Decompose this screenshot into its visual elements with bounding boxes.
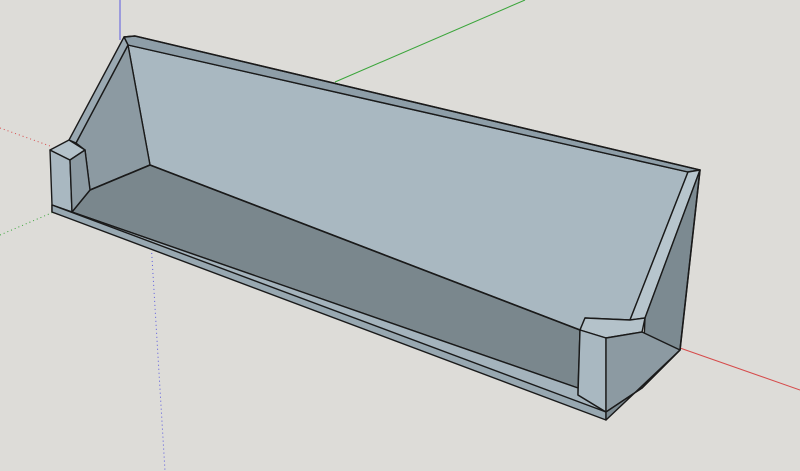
right-end-block-side[interactable] xyxy=(605,331,681,413)
green-axis-line xyxy=(334,0,526,83)
red-axis-dotted-line xyxy=(0,127,51,147)
scene-canvas[interactable] xyxy=(0,0,800,471)
blue-axis-dotted-line xyxy=(149,224,166,471)
red-axis-line xyxy=(679,347,800,391)
modeling-viewport[interactable] xyxy=(0,0,800,471)
shelf-model[interactable] xyxy=(49,35,701,421)
